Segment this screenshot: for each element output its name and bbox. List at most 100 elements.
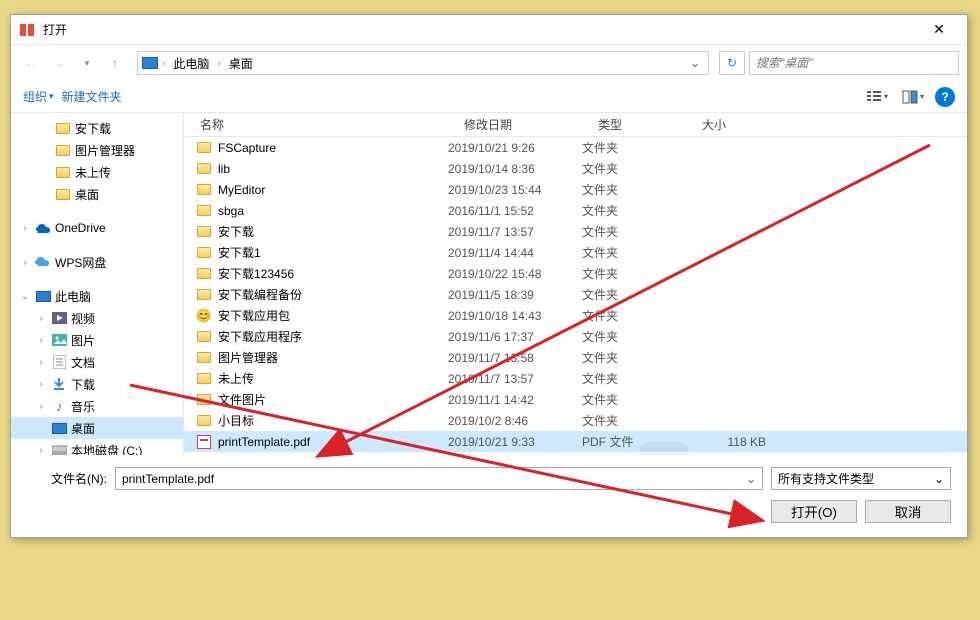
file-date: 2019/10/21 9:33: [448, 435, 582, 449]
sidebar-item-disk[interactable]: › 本地磁盘 (C:): [11, 439, 183, 455]
file-row[interactable]: 安下载编程备份2019/11/5 18:39文件夹: [184, 284, 967, 305]
document-icon: [51, 354, 67, 370]
expand-arrow[interactable]: ›: [35, 357, 47, 368]
file-date: 2016/11/1 15:52: [448, 204, 582, 218]
file-row[interactable]: 图片管理器2019/11/7 13:58文件夹: [184, 347, 967, 368]
search-input[interactable]: [756, 56, 952, 70]
breadcrumb-root[interactable]: 此电脑: [169, 55, 213, 72]
column-name[interactable]: 名称: [184, 116, 448, 133]
file-type-filter[interactable]: 所有支持文件类型 ⌄: [771, 467, 951, 490]
filename-dropdown[interactable]: ⌄: [740, 472, 756, 486]
expand-arrow[interactable]: ›: [35, 379, 47, 390]
expand-arrow[interactable]: ›: [35, 401, 47, 412]
file-name: sbga: [218, 204, 244, 218]
file-date: 2019/11/6 17:37: [448, 330, 582, 344]
help-button[interactable]: ?: [935, 87, 955, 107]
filename-input[interactable]: [122, 472, 740, 486]
file-date: 2019/10/18 14:43: [448, 309, 582, 323]
sidebar-item-desktop[interactable]: 桌面: [11, 417, 183, 439]
expand-arrow[interactable]: ›: [35, 313, 47, 324]
file-icon: [196, 434, 212, 450]
expand-arrow[interactable]: ›: [19, 257, 31, 268]
file-pane: 名称 修改日期 类型 大小 FSCapture2019/10/21 9:26文件…: [184, 113, 967, 455]
file-row[interactable]: 😊安下载应用包2019/10/18 14:43文件夹: [184, 305, 967, 326]
cancel-button[interactable]: 取消: [865, 500, 951, 523]
sidebar-item-video[interactable]: ›视频: [11, 307, 183, 329]
pc-icon: [35, 288, 51, 304]
file-type: PDF 文件: [582, 433, 686, 450]
folder-icon: [55, 120, 71, 136]
file-size: 118 KB: [686, 435, 786, 449]
breadcrumb-current[interactable]: 桌面: [225, 55, 257, 72]
preview-pane-button[interactable]: ▾: [899, 86, 927, 108]
file-row[interactable]: 文件图片2019/11/1 14:42文件夹: [184, 389, 967, 410]
file-row[interactable]: FSCapture2019/10/21 9:26文件夹: [184, 137, 967, 158]
file-row[interactable]: MyEditor2019/10/23 15:44文件夹: [184, 179, 967, 200]
file-row[interactable]: 安下载1234562019/10/22 15:48文件夹: [184, 263, 967, 284]
expand-arrow[interactable]: ›: [19, 223, 31, 234]
file-date: 2019/11/1 14:42: [448, 393, 582, 407]
file-icon: [196, 203, 212, 219]
file-row[interactable]: 安下载12019/11/4 14:44文件夹: [184, 242, 967, 263]
folder-icon: [55, 186, 71, 202]
file-name: MyEditor: [218, 183, 265, 197]
filename-input-wrapper[interactable]: ⌄: [115, 467, 763, 490]
sidebar-item-label: 此电脑: [55, 288, 91, 305]
sidebar-item-label: 图片管理器: [75, 142, 135, 159]
file-row[interactable]: 小目标2019/10/2 8:46文件夹: [184, 410, 967, 431]
close-button[interactable]: ✕: [919, 16, 959, 44]
file-name: printTemplate.pdf: [218, 435, 310, 449]
refresh-button[interactable]: ↻: [719, 51, 745, 75]
column-date[interactable]: 修改日期: [448, 116, 582, 133]
up-button[interactable]: ↑: [103, 51, 127, 75]
sidebar-item-wps[interactable]: ›WPS网盘: [11, 251, 183, 273]
sidebar-item-download[interactable]: › 下载: [11, 373, 183, 395]
button-row: 打开(O) 取消: [27, 500, 951, 523]
organize-menu[interactable]: 组织 ▾: [23, 88, 54, 105]
onedrive-icon: [35, 220, 51, 236]
sidebar-item[interactable]: 未上传: [11, 161, 183, 183]
sidebar-item[interactable]: 图片管理器: [11, 139, 183, 161]
file-row[interactable]: 安下载应用程序2019/11/6 17:37文件夹: [184, 326, 967, 347]
column-size[interactable]: 大小: [686, 116, 786, 133]
sidebar-item-label: 本地磁盘 (C:): [71, 442, 142, 456]
sidebar-item-music[interactable]: ›♪音乐: [11, 395, 183, 417]
expand-arrow[interactable]: ⌄: [19, 291, 31, 302]
open-button[interactable]: 打开(O): [771, 500, 857, 523]
expand-arrow[interactable]: ›: [35, 335, 47, 346]
column-type[interactable]: 类型: [582, 116, 686, 133]
search-box[interactable]: [749, 51, 959, 75]
view-details-button[interactable]: ▾: [863, 86, 891, 108]
forward-button[interactable]: →: [47, 51, 71, 75]
sidebar-item-picture[interactable]: › 图片: [11, 329, 183, 351]
wps-icon: [35, 254, 51, 270]
file-row[interactable]: 未上传2019/11/7 13:57文件夹: [184, 368, 967, 389]
expand-arrow[interactable]: ›: [35, 445, 47, 456]
file-icon: [196, 350, 212, 366]
sidebar-item[interactable]: 安下载: [11, 117, 183, 139]
file-type: 文件夹: [582, 349, 686, 366]
sidebar-item-label: 图片: [71, 332, 95, 349]
new-folder-button[interactable]: 新建文件夹: [62, 88, 122, 105]
file-list[interactable]: FSCapture2019/10/21 9:26文件夹lib2019/10/14…: [184, 137, 967, 455]
sidebar-item-label: 文档: [71, 354, 95, 371]
file-icon: [196, 371, 212, 387]
file-name: 图片管理器: [218, 349, 278, 366]
breadcrumb[interactable]: › 此电脑 › 桌面 ⌄: [137, 51, 709, 75]
recent-dropdown[interactable]: ▾: [75, 51, 99, 75]
file-row[interactable]: lib2019/10/14 8:36文件夹: [184, 158, 967, 179]
back-button[interactable]: ←: [19, 51, 43, 75]
file-type: 文件夹: [582, 307, 686, 324]
file-icon: [196, 245, 212, 261]
sidebar-item-document[interactable]: › 文档: [11, 351, 183, 373]
sidebar-item[interactable]: 桌面: [11, 183, 183, 205]
sidebar-item-label: 下载: [71, 376, 95, 393]
file-row[interactable]: sbga2016/11/1 15:52文件夹: [184, 200, 967, 221]
sidebar-item-pc[interactable]: ⌄ 此电脑: [11, 285, 183, 307]
breadcrumb-dropdown[interactable]: ⌄: [686, 56, 704, 70]
file-row[interactable]: printTemplate.pdf 2019/10/21 9:33PDF 文件11…: [184, 431, 967, 452]
sidebar-item-onedrive[interactable]: ›OneDrive: [11, 217, 183, 239]
file-name: 未上传: [218, 370, 254, 387]
file-row[interactable]: 安下载2019/11/7 13:57文件夹: [184, 221, 967, 242]
file-type: 文件夹: [582, 139, 686, 156]
